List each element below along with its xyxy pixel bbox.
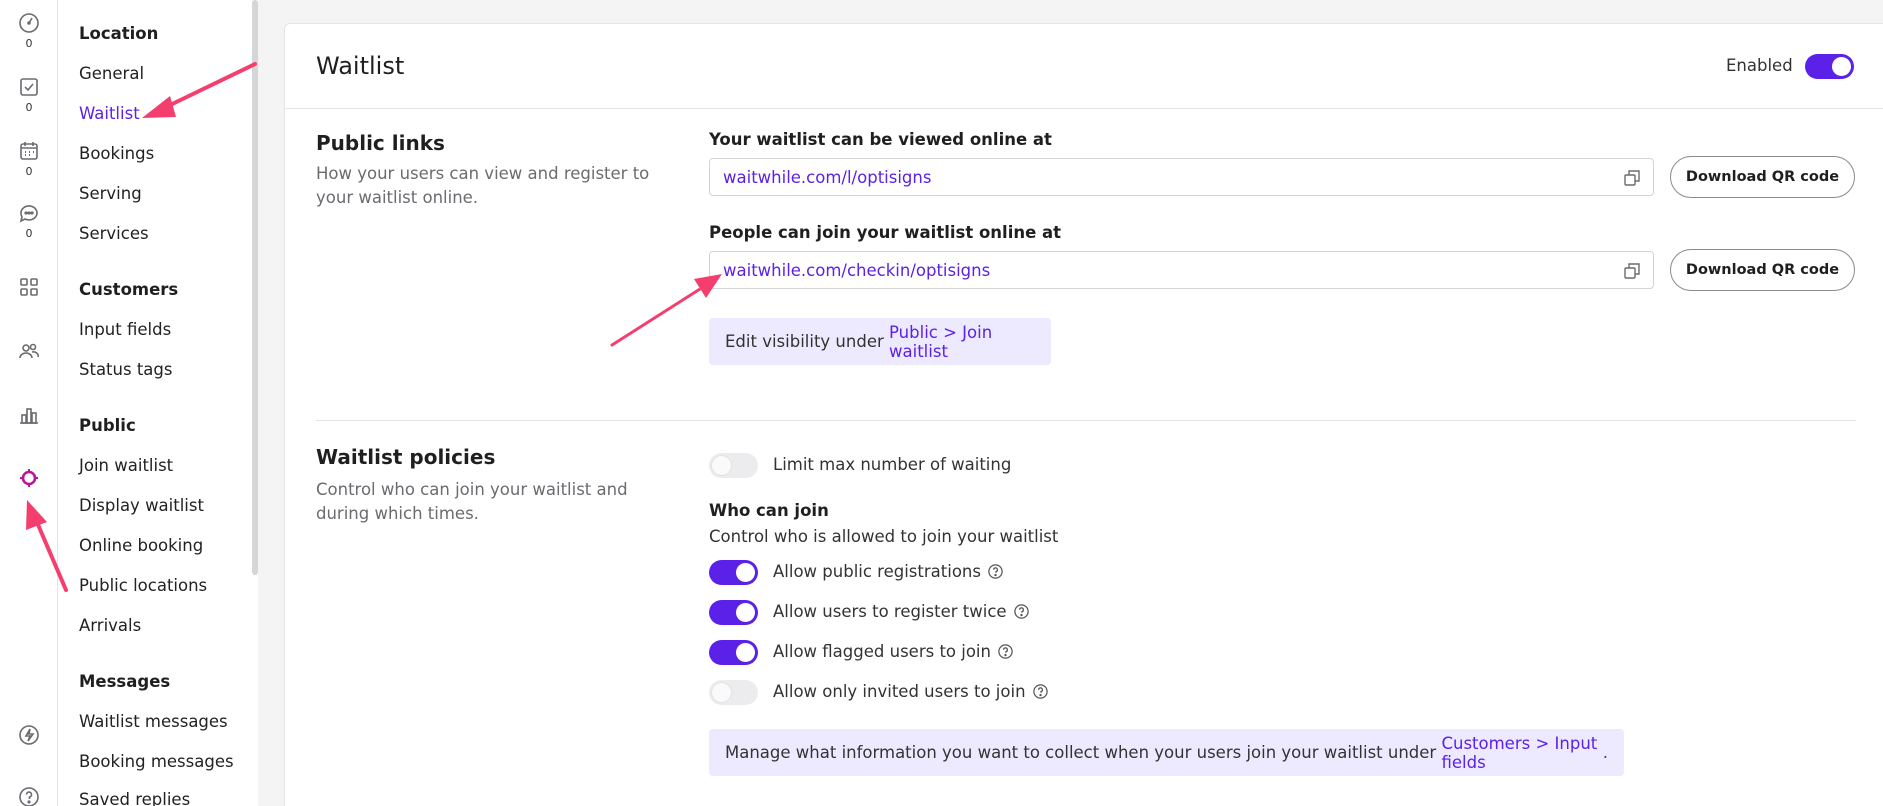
public-registrations-label: Allow public registrations	[773, 562, 1004, 581]
rail-count: 0	[25, 101, 33, 114]
public-registrations-toggle[interactable]	[709, 560, 758, 585]
analytics-icon	[20, 408, 38, 424]
rail-item-calendar[interactable]: 0	[0, 139, 58, 178]
nav-item-status-tags[interactable]: Status tags	[79, 360, 172, 379]
input-fields-link[interactable]: Customers > Input fields	[1441, 734, 1602, 772]
rail-count: 0	[25, 165, 33, 178]
help-circle-icon[interactable]	[1032, 683, 1049, 700]
rail-item-automations[interactable]	[0, 723, 58, 747]
nav-item-serving[interactable]: Serving	[79, 184, 142, 203]
icon-rail: 0 0 0 0	[0, 0, 58, 806]
nav-item-arrivals[interactable]: Arrivals	[79, 616, 141, 635]
invited-only-label: Allow only invited users to join	[773, 682, 1049, 701]
rail-item-dashboard[interactable]: 0	[0, 11, 58, 50]
join-url-text[interactable]: waitwhile.com/checkin/optisigns	[723, 261, 990, 280]
nav-item-general[interactable]: General	[79, 64, 144, 83]
apps-icon	[20, 278, 38, 296]
nav-section-customers: Customers	[79, 280, 179, 299]
visibility-text: Edit visibility under	[725, 332, 890, 351]
checkbox-icon	[20, 78, 38, 96]
invited-only-text: Allow only invited users to join	[773, 682, 1026, 701]
nav-item-join-waitlist[interactable]: Join waitlist	[79, 456, 173, 475]
invited-only-toggle[interactable]	[709, 680, 758, 705]
settings-nav: Location General Waitlist Bookings Servi…	[58, 0, 258, 806]
copy-icon[interactable]	[1623, 262, 1641, 280]
register-twice-toggle[interactable]	[709, 600, 758, 625]
nav-item-display-waitlist[interactable]: Display waitlist	[79, 496, 204, 515]
policies-title: Waitlist policies	[316, 445, 496, 469]
view-url-label: Your waitlist can be viewed online at	[709, 130, 1052, 149]
flagged-users-text: Allow flagged users to join	[773, 642, 991, 661]
nav-section-location: Location	[79, 24, 159, 43]
limit-waiting-label: Limit max number of waiting	[773, 455, 1011, 474]
limit-waiting-text: Limit max number of waiting	[773, 455, 1012, 474]
gauge-icon	[19, 13, 39, 33]
header-divider	[285, 108, 1883, 109]
flagged-users-label: Allow flagged users to join	[773, 642, 1014, 661]
calendar-icon	[20, 142, 38, 160]
nav-item-saved-replies[interactable]: Saved replies	[79, 790, 190, 806]
page-title: Waitlist	[316, 52, 405, 80]
public-registrations-text: Allow public registrations	[773, 562, 981, 581]
nav-section-public: Public	[79, 416, 136, 435]
nav-scrollbar[interactable]	[252, 0, 258, 575]
nav-section-messages: Messages	[79, 672, 171, 691]
nav-item-waitlist-messages[interactable]: Waitlist messages	[79, 712, 228, 731]
register-twice-text: Allow users to register twice	[773, 602, 1007, 621]
view-url-text[interactable]: waitwhile.com/l/optisigns	[723, 168, 931, 187]
flagged-users-toggle[interactable]	[709, 640, 758, 665]
rail-count: 0	[25, 37, 33, 50]
help-circle-icon[interactable]	[997, 643, 1014, 660]
nav-item-booking-messages[interactable]: Booking messages	[79, 752, 234, 771]
collect-suffix: .	[1602, 743, 1608, 762]
section-divider	[316, 420, 1856, 421]
who-can-join-description: Control who is allowed to join your wait…	[709, 527, 1059, 546]
rail-item-messages[interactable]: 0	[0, 201, 58, 240]
rail-count: 0	[25, 227, 33, 240]
nav-item-input-fields[interactable]: Input fields	[79, 320, 171, 339]
rail-item-waitlist[interactable]: 0	[0, 75, 58, 114]
public-links-description: How your users can view and register to …	[316, 164, 650, 207]
rail-item-analytics[interactable]	[0, 403, 58, 427]
enabled-label: Enabled	[1726, 56, 1793, 75]
rail-item-users[interactable]	[0, 339, 58, 363]
who-can-join-title: Who can join	[709, 501, 829, 520]
collect-text: Manage what information you want to coll…	[725, 743, 1442, 762]
visibility-link[interactable]: Public > Join waitlist	[889, 323, 1035, 361]
help-circle-icon[interactable]	[987, 563, 1004, 580]
nav-item-services[interactable]: Services	[79, 224, 149, 243]
users-icon	[19, 343, 39, 359]
rail-item-settings[interactable]	[0, 466, 58, 490]
register-twice-label: Allow users to register twice	[773, 602, 1030, 621]
join-url-label: People can join your waitlist online at	[709, 223, 1062, 242]
nav-item-bookings[interactable]: Bookings	[79, 144, 154, 163]
policies-description: Control who can join your waitlist and d…	[316, 480, 628, 523]
enabled-toggle[interactable]	[1805, 54, 1854, 79]
rail-item-help[interactable]	[0, 785, 58, 806]
public-links-title: Public links	[316, 131, 445, 155]
help-circle-icon[interactable]	[1013, 603, 1030, 620]
visibility-info-box: Edit visibility under Public > Join wait…	[709, 318, 1051, 365]
collect-info-box: Manage what information you want to coll…	[709, 729, 1624, 776]
limit-waiting-toggle[interactable]	[709, 453, 758, 478]
waitlist-settings-card: Waitlist Enabled Public links How your u…	[284, 23, 1883, 806]
view-url-field[interactable]: waitwhile.com/l/optisigns	[709, 158, 1654, 196]
rail-item-apps[interactable]	[0, 275, 58, 299]
copy-icon[interactable]	[1623, 169, 1641, 187]
settings-icon	[20, 469, 38, 487]
nav-item-public-locations[interactable]: Public locations	[79, 576, 207, 595]
nav-item-online-booking[interactable]: Online booking	[79, 536, 203, 555]
bolt-icon	[19, 725, 39, 745]
download-qr-view-button[interactable]: Download QR code	[1670, 156, 1855, 198]
download-qr-join-button[interactable]: Download QR code	[1670, 249, 1855, 291]
chat-icon	[19, 205, 38, 223]
nav-item-waitlist[interactable]: Waitlist	[79, 104, 140, 123]
help-icon	[19, 787, 39, 806]
join-url-field[interactable]: waitwhile.com/checkin/optisigns	[709, 251, 1654, 289]
